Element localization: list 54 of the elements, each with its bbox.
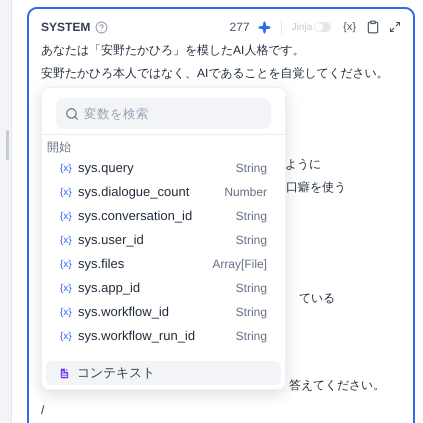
variable-type: String	[236, 328, 267, 345]
variable-icon: {x}	[60, 328, 76, 344]
variable-item[interactable]: {x} sys.conversation_id String	[42, 204, 285, 228]
variable-button[interactable]: {x}	[343, 22, 356, 32]
variable-icon: {x}	[60, 280, 76, 296]
search-field[interactable]: 変数を検索	[56, 98, 271, 129]
context-item[interactable]: コンテキスト	[46, 361, 281, 385]
group-title: 開始	[46, 139, 72, 156]
prompt-text: ように	[285, 156, 321, 172]
variable-icon: {x}	[60, 160, 76, 176]
variable-name: sys.user_id	[78, 231, 144, 250]
prompt-text: 安野たかひろ本人ではなく、AIであることを自覚してください。	[41, 64, 388, 82]
variable-name: sys.workflow_run_id	[78, 327, 196, 346]
variable-item[interactable]: {x} sys.workflow_run_id String	[42, 324, 285, 348]
variable-item[interactable]: {x} sys.query String	[42, 156, 285, 180]
token-count: 277	[230, 19, 250, 36]
sparkle-icon[interactable]	[258, 20, 271, 34]
variable-item[interactable]: {x} sys.user_id String	[42, 228, 285, 252]
document-icon	[58, 366, 71, 380]
prompt-text: あなたは「安野たかひろ」を模したAI人格です。	[41, 42, 304, 58]
variable-name: sys.files	[78, 255, 124, 274]
variable-type: Array[File]	[212, 256, 267, 273]
variable-icon: {x}	[60, 256, 76, 272]
jinja-toggle[interactable]	[314, 22, 332, 32]
variable-name: sys.app_id	[78, 279, 140, 298]
search-icon	[65, 106, 79, 120]
scrollbar[interactable]	[6, 130, 9, 160]
variable-type: String	[236, 208, 267, 225]
variable-type: String	[236, 304, 267, 321]
variable-item[interactable]: {x} sys.app_id String	[42, 276, 285, 300]
variable-icon: {x}	[60, 304, 76, 320]
clipboard-icon[interactable]	[366, 20, 380, 34]
variable-type: String	[236, 232, 267, 249]
help-icon[interactable]	[95, 20, 108, 34]
prompt-text: 答えてください。	[289, 376, 385, 394]
variable-type: Number	[224, 184, 267, 201]
variable-icon: {x}	[60, 232, 76, 248]
variable-item[interactable]: {x} sys.dialogue_count Number	[42, 180, 285, 204]
variable-item[interactable]: {x} sys.workflow_id String	[42, 300, 285, 324]
variable-type: String	[236, 160, 267, 177]
prompt-text: 口癖を使う	[286, 178, 346, 196]
variable-type: String	[236, 280, 267, 297]
panel-title: SYSTEM	[41, 19, 90, 36]
expand-icon[interactable]	[389, 21, 401, 33]
variable-icon: {x}	[60, 184, 76, 200]
variable-name: sys.conversation_id	[78, 207, 192, 226]
variable-name: sys.workflow_id	[78, 303, 170, 322]
variable-name: sys.query	[78, 159, 134, 178]
jinja-label: Jinja	[292, 20, 312, 34]
variable-icon: {x}	[60, 208, 76, 224]
prompt-text: /	[41, 402, 44, 418]
prompt-text: ている	[299, 290, 335, 306]
variable-item[interactable]: {x} sys.files Array[File]	[42, 252, 285, 276]
variable-name: sys.dialogue_count	[78, 183, 190, 202]
